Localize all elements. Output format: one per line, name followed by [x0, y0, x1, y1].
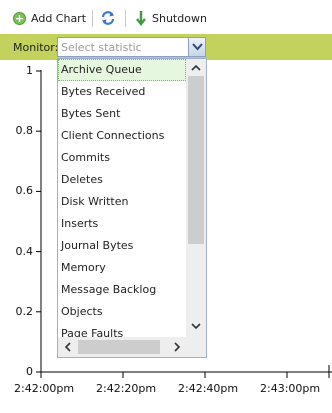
statistic-option[interactable]: Bytes Sent [58, 103, 186, 125]
scroll-down-icon[interactable] [186, 318, 206, 335]
statistic-option[interactable]: Archive Queue [58, 59, 186, 81]
x-tick-label: 2:42:20pm [96, 382, 157, 395]
statistic-option[interactable]: Deletes [58, 169, 186, 191]
statistic-option[interactable]: Commits [58, 147, 186, 169]
x-tick-label: 2:42:00pm [14, 382, 75, 395]
horizontal-scroll-thumb[interactable] [78, 340, 160, 354]
toolbar-divider [92, 10, 93, 27]
y-tick-label: 1 [26, 64, 33, 77]
shutdown-label: Shutdown [152, 11, 207, 25]
statistic-select-placeholder: Select statistic [61, 41, 142, 54]
vertical-scroll-thumb[interactable] [188, 76, 204, 244]
toolbar: + Add Chart Shutdown [0, 0, 332, 34]
statistic-dropdown-list[interactable]: Archive Queue Bytes Received Bytes Sent Cli… [57, 58, 207, 358]
plus-circle-icon: + [13, 11, 26, 25]
y-tick-label: 0.6 [15, 184, 34, 198]
x-tick-label: 2:43:00pm [260, 382, 321, 395]
refresh-button[interactable] [100, 9, 118, 27]
shutdown-button[interactable]: Shutdown [136, 9, 207, 27]
statistic-option[interactable]: Objects [58, 301, 186, 323]
y-tick-label: 0 [26, 365, 33, 378]
statistic-option[interactable]: Memory [58, 257, 186, 279]
scrollbar-corner [186, 337, 206, 357]
vertical-scrollbar[interactable] [186, 59, 206, 337]
monitor-label: Monitor: [13, 41, 59, 54]
statistic-option[interactable]: Inserts [58, 213, 186, 235]
statistic-option[interactable]: Message Backlog [58, 279, 186, 301]
scroll-up-icon[interactable] [186, 59, 206, 76]
statistic-select[interactable]: Select statistic [57, 37, 206, 57]
add-chart-button[interactable]: + Add Chart [13, 9, 86, 27]
y-tick-label: 0.4 [15, 244, 34, 258]
y-tick-label: 0.2 [15, 304, 34, 318]
statistic-option[interactable]: Disk Written [58, 191, 186, 213]
refresh-icon [101, 11, 115, 25]
scroll-left-icon[interactable] [58, 337, 76, 357]
down-arrow-icon [136, 11, 146, 26]
statistic-option[interactable]: Journal Bytes [58, 235, 186, 257]
x-tick-label: 2:42:40pm [178, 382, 239, 395]
monitor-bar: Monitor: Select statistic [0, 34, 332, 60]
horizontal-scrollbar[interactable] [58, 337, 186, 357]
statistic-options[interactable]: Archive Queue Bytes Received Bytes Sent Cli… [58, 59, 186, 337]
y-tick-label: 0.8 [15, 124, 34, 138]
chevron-down-icon[interactable] [188, 38, 205, 56]
statistic-option[interactable]: Page Faults [58, 323, 186, 337]
statistic-option[interactable]: Bytes Received [58, 81, 186, 103]
scroll-right-icon[interactable] [168, 337, 186, 357]
add-chart-label: Add Chart [31, 11, 87, 25]
statistic-option[interactable]: Client Connections [58, 125, 186, 147]
toolbar-divider [125, 10, 126, 27]
